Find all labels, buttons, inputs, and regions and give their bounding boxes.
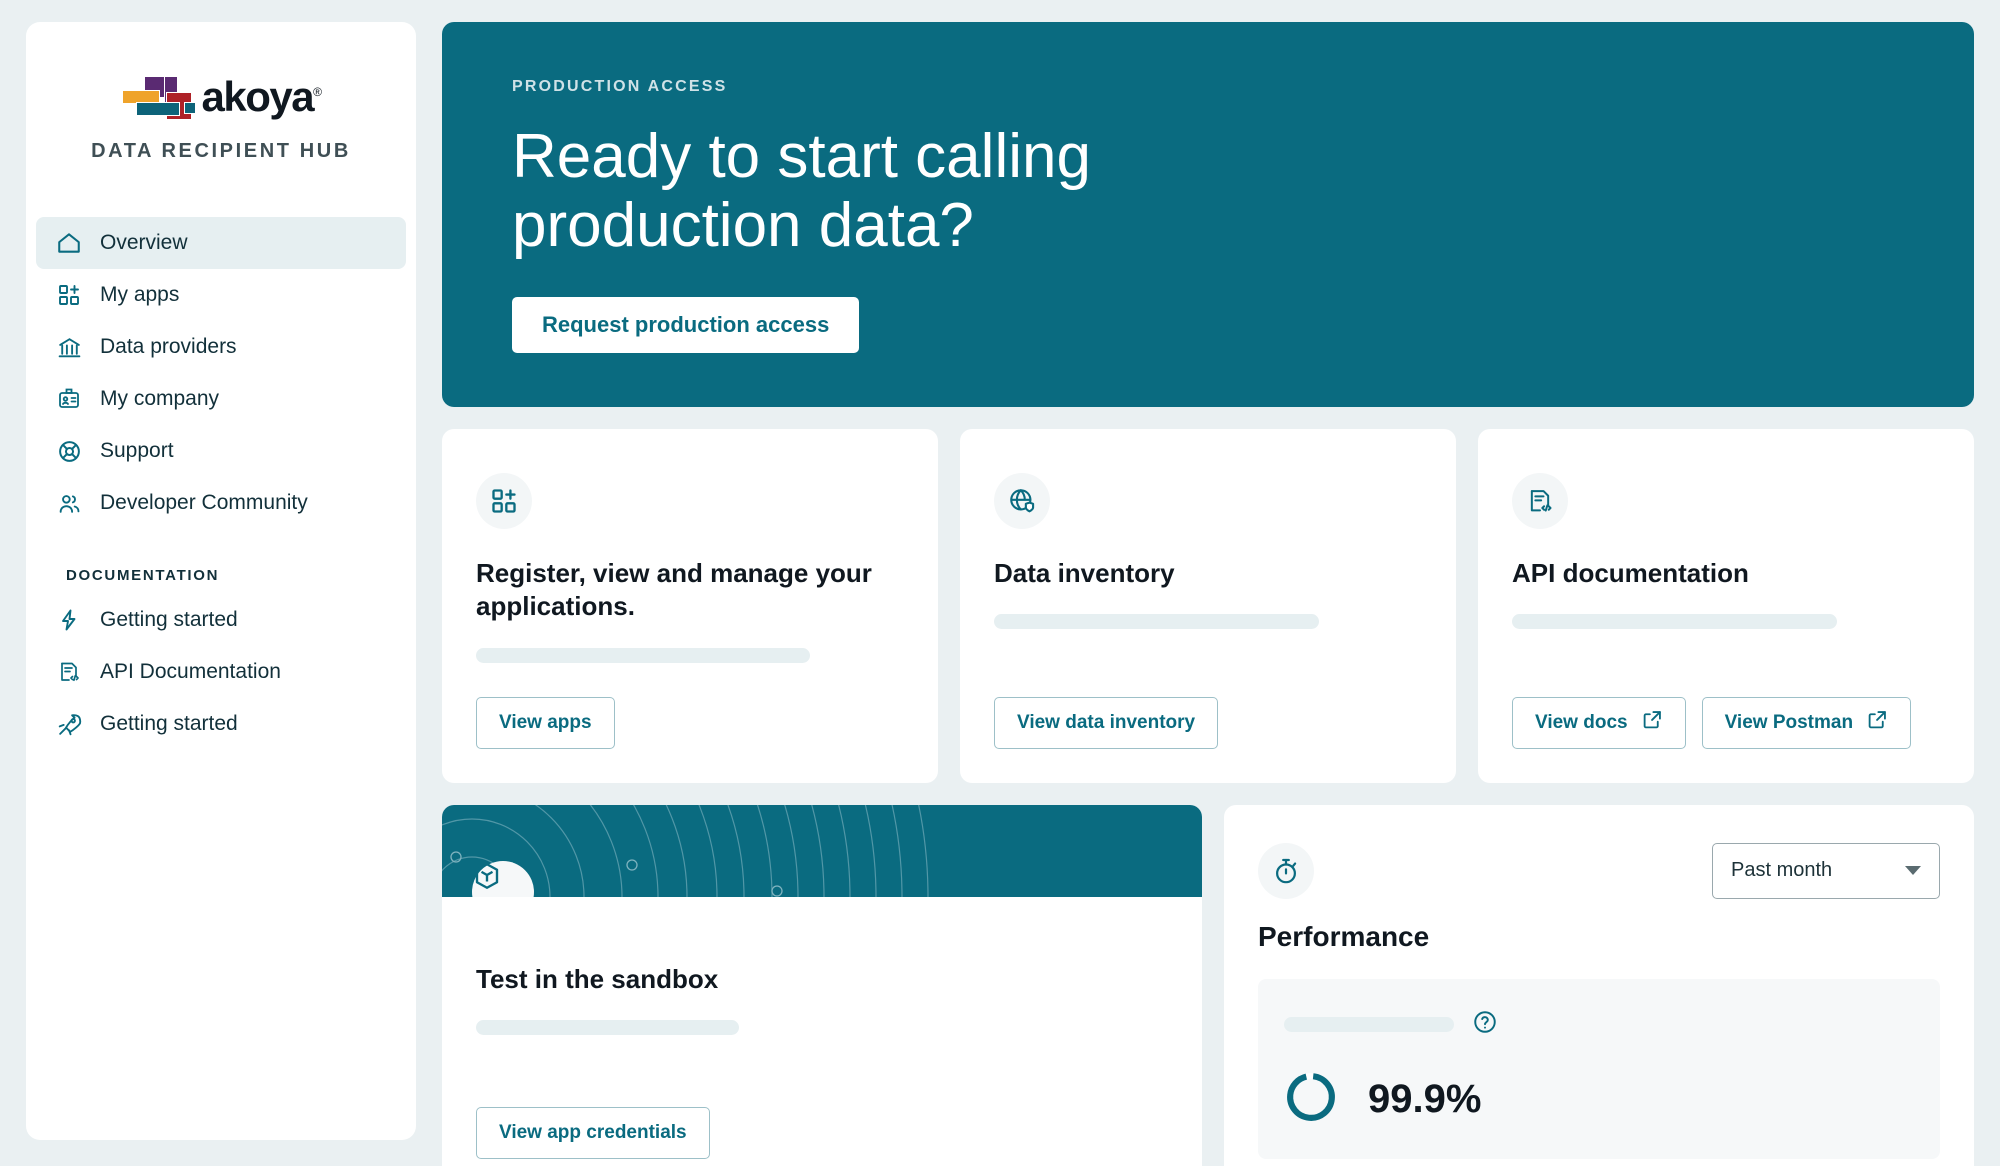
card-performance: Past month Performance 99.9%: [1224, 804, 1974, 1166]
globe-shield-icon: [994, 473, 1050, 529]
main-content: PRODUCTION ACCESS Ready to start calling…: [442, 22, 1974, 1166]
brand-subtitle: DATA RECIPIENT HUB: [91, 140, 351, 162]
donut-gauge: [1284, 1070, 1338, 1129]
card-actions: View app credentials: [476, 1073, 1168, 1159]
uptime-value: 99.9%: [1368, 1076, 1482, 1121]
sidebar-item-getting-started[interactable]: Getting started: [36, 594, 406, 646]
button-label: View apps: [499, 711, 592, 733]
hero-eyebrow: PRODUCTION ACCESS: [512, 78, 728, 95]
akoya-logo: akoya®: [26, 74, 416, 120]
sidebar-item-label: Getting started: [100, 608, 238, 631]
lightning-icon: [56, 607, 82, 633]
home-icon: [56, 230, 82, 256]
sidebar-item-label: My apps: [100, 283, 180, 306]
code-doc-icon: [1512, 473, 1568, 529]
grid-plus-icon: [476, 473, 532, 529]
feature-card-row: Register, view and manage your applicati…: [442, 429, 1974, 783]
brand-wordmark-text: akoya: [201, 73, 315, 120]
card-title: Data inventory: [994, 558, 1175, 588]
external-link-icon: [1867, 709, 1888, 736]
sidebar-item-overview[interactable]: Overview: [36, 217, 406, 269]
app-root: akoya® DATA RECIPIENT HUB Overview My ap…: [0, 0, 2000, 1166]
metric-label-row: [1284, 1009, 1914, 1040]
card-my-apps: Register, view and manage your applicati…: [442, 429, 938, 783]
performance-header: Past month: [1258, 842, 1940, 899]
time-range-select[interactable]: Past month: [1712, 842, 1940, 899]
skeleton-placeholder: [1512, 614, 1838, 630]
sandbox-banner: [442, 804, 1202, 897]
brand-block: akoya® DATA RECIPIENT HUB: [26, 22, 416, 173]
grid-plus-icon: [56, 282, 82, 308]
uptime-metric: 99.9%: [1284, 1070, 1914, 1129]
help-circle-icon[interactable]: [1472, 1009, 1498, 1040]
production-access-hero: PRODUCTION ACCESS Ready to start calling…: [442, 22, 1974, 407]
card-actions: View apps: [476, 663, 904, 749]
card-title: Register, view and manage your applicati…: [476, 558, 872, 622]
skeleton-placeholder: [1284, 1016, 1454, 1032]
view-app-credentials-button[interactable]: View app credentials: [476, 1106, 710, 1159]
external-link-icon: [1642, 709, 1663, 736]
sidebar-item-label: Support: [100, 439, 174, 462]
sidebar-item-label: Developer Community: [100, 491, 308, 514]
id-card-icon: [56, 386, 82, 412]
sidebar-item-label: Overview: [100, 231, 188, 254]
sandbox-body: Test in the sandbox View app credentials: [442, 897, 1202, 1166]
bank-icon: [56, 334, 82, 360]
sidebar-item-label: API Documentation: [100, 660, 281, 683]
sidebar-item-my-apps[interactable]: My apps: [36, 269, 406, 321]
sidebar-item-label: My company: [100, 387, 220, 410]
brand-wordmark: akoya®: [201, 73, 323, 120]
skeleton-placeholder: [476, 647, 810, 663]
card-title: API documentation: [1512, 558, 1749, 588]
card-actions: View docs View Postman: [1512, 663, 1940, 749]
bottom-card-row: Test in the sandbox View app credentials: [442, 804, 1974, 1166]
people-icon: [56, 490, 82, 516]
sidebar-section-documentation: DOCUMENTATION: [66, 567, 220, 584]
card-api-documentation: API documentation View docs View Postman: [1478, 429, 1974, 783]
sidebar-item-api-documentation[interactable]: API Documentation: [36, 646, 406, 698]
brand-trademark: ®: [313, 85, 322, 99]
sidebar-item-developer-community[interactable]: Developer Community: [36, 477, 406, 529]
akoya-logo-mark-icon: [121, 74, 196, 120]
card-sandbox: Test in the sandbox View app credentials: [442, 804, 1202, 1166]
sidebar-item-my-company[interactable]: My company: [36, 373, 406, 425]
sidebar-item-getting-started-rocket[interactable]: Getting started: [36, 698, 406, 750]
sidebar-item-support[interactable]: Support: [36, 425, 406, 477]
button-label: View data inventory: [1017, 711, 1196, 733]
primary-nav: Overview My apps Data providers My compa…: [26, 217, 416, 750]
time-range-value: Past month: [1731, 859, 1833, 882]
hero-title: Ready to start calling production data?: [512, 122, 1091, 261]
sidebar-item-data-providers[interactable]: Data providers: [36, 321, 406, 373]
view-data-inventory-button[interactable]: View data inventory: [994, 696, 1219, 749]
button-label: View Postman: [1724, 711, 1854, 733]
rocket-icon: [56, 711, 82, 737]
skeleton-placeholder: [994, 614, 1320, 630]
card-actions: View data inventory: [994, 663, 1422, 749]
performance-title: Performance: [1258, 920, 1430, 952]
sidebar-item-label: Getting started: [100, 712, 238, 735]
view-docs-button[interactable]: View docs: [1512, 696, 1686, 749]
view-postman-button[interactable]: View Postman: [1701, 696, 1912, 749]
view-apps-button[interactable]: View apps: [476, 696, 615, 749]
performance-metric-panel: 99.9%: [1258, 978, 1940, 1159]
button-label: View app credentials: [499, 1121, 687, 1143]
button-label: View docs: [1535, 711, 1628, 733]
request-production-access-button[interactable]: Request production access: [512, 296, 860, 353]
chevron-down-icon: [1905, 866, 1921, 876]
skeleton-placeholder: [476, 1019, 739, 1035]
lifebuoy-icon: [56, 438, 82, 464]
code-doc-icon: [56, 659, 82, 685]
decorative-arcs-graphic: [442, 804, 929, 897]
card-data-inventory: Data inventory View data inventory: [960, 429, 1456, 783]
sidebar-item-label: Data providers: [100, 335, 237, 358]
sidebar: akoya® DATA RECIPIENT HUB Overview My ap…: [26, 22, 416, 1140]
stopwatch-icon: [1258, 842, 1314, 899]
card-title: Test in the sandbox: [476, 963, 719, 994]
